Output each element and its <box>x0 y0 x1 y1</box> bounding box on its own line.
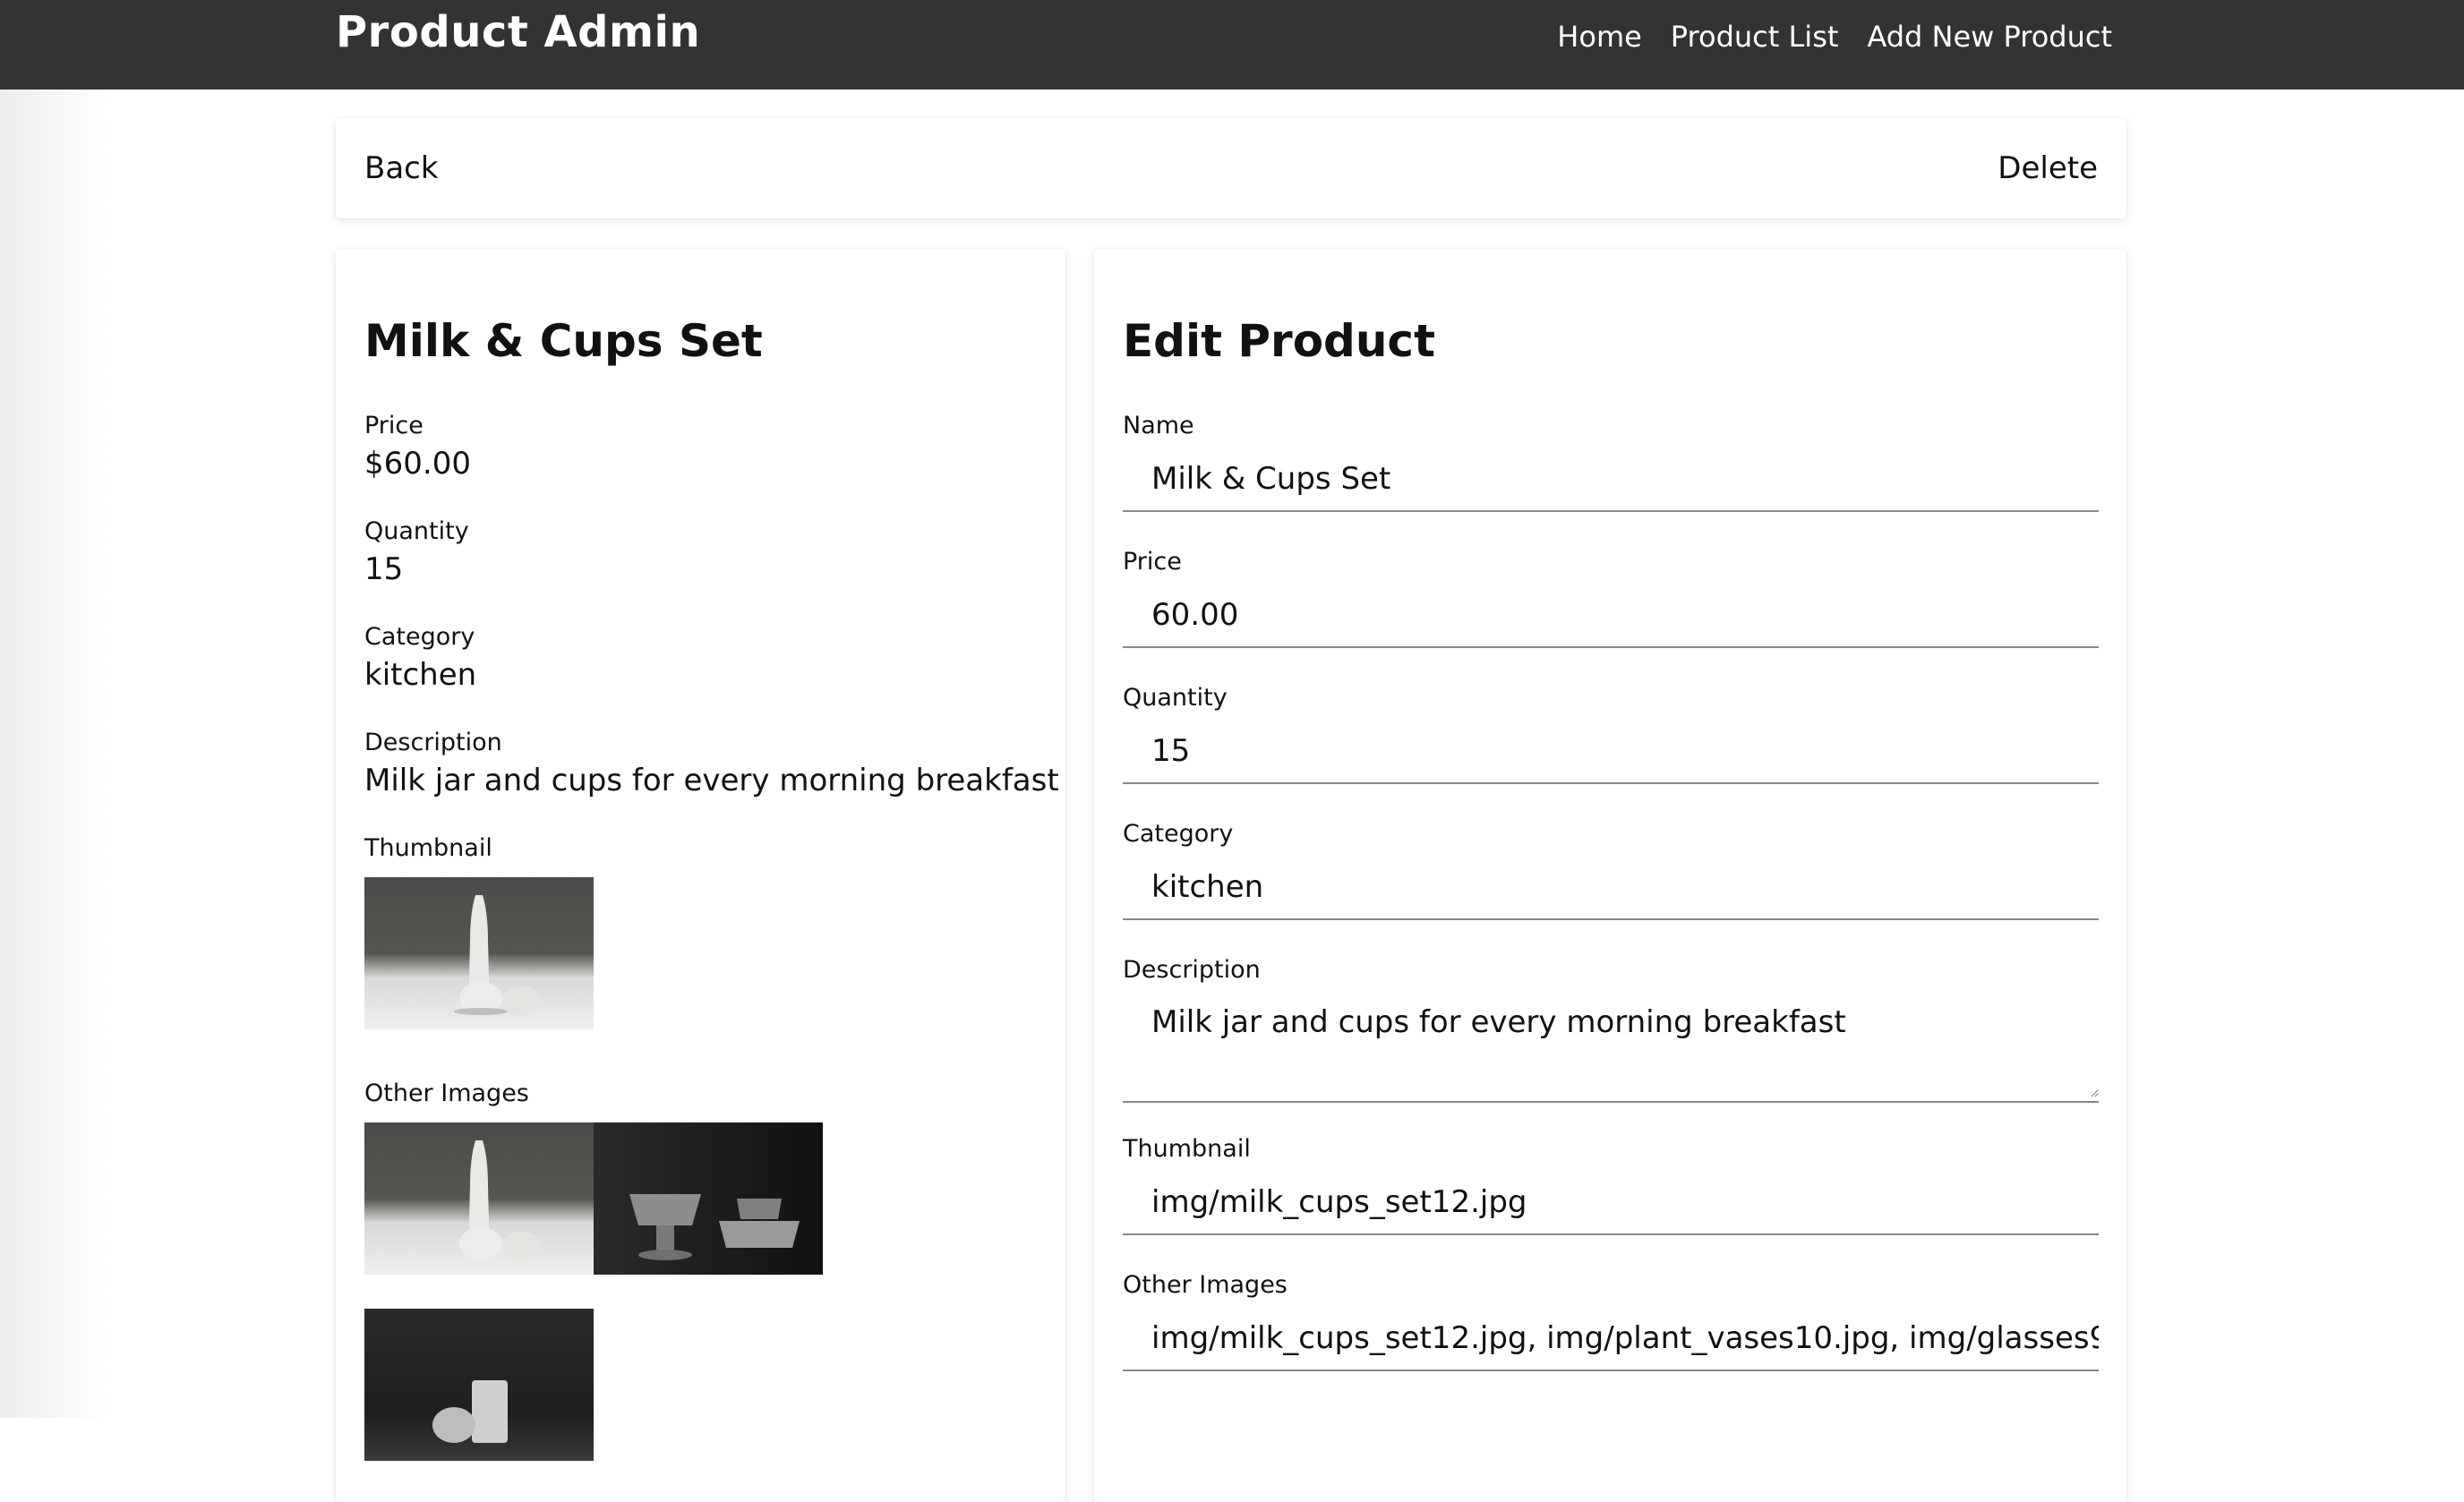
quantity-field-wrapper <box>1123 720 2099 784</box>
main-nav: Home Product List Add New Product <box>1557 20 2112 54</box>
nav-home-link[interactable]: Home <box>1557 20 1642 54</box>
quantity-value: 15 <box>364 551 404 587</box>
other-image-3 <box>364 1309 594 1461</box>
thumbnail-field-wrapper <box>1123 1171 2099 1235</box>
page-background-shade <box>0 0 107 1418</box>
category-label: Category <box>364 623 475 651</box>
nav-product-list-link[interactable]: Product List <box>1671 20 1839 54</box>
back-button[interactable]: Back <box>364 150 439 186</box>
quantity-input[interactable] <box>1123 720 2099 782</box>
price-field-wrapper <box>1123 584 2099 648</box>
quantity-field-label: Quantity <box>1123 684 1228 712</box>
stone-bowls-picture <box>629 1194 800 1260</box>
price-value: $60.00 <box>364 446 471 482</box>
description-textarea[interactable]: Milk jar and cups for every morning brea… <box>1123 992 2099 1097</box>
category-value: kitchen <box>364 657 477 693</box>
other-images-field-label: Other Images <box>1123 1271 1288 1299</box>
name-input[interactable] <box>1123 448 2099 510</box>
name-field-wrapper <box>1123 448 2099 512</box>
description-value: Milk jar and cups for every morning brea… <box>364 763 1059 798</box>
action-bar: Back Delete <box>336 118 2126 218</box>
description-field-wrapper: Milk jar and cups for every morning brea… <box>1123 992 2099 1103</box>
other-images-input[interactable] <box>1123 1307 2099 1370</box>
nav-add-product-link[interactable]: Add New Product <box>1867 20 2112 54</box>
other-image-1 <box>364 1122 594 1275</box>
price-input[interactable] <box>1123 584 2099 646</box>
thumbnail-label: Thumbnail <box>364 834 492 862</box>
milk-jar-cups-picture <box>459 1140 542 1260</box>
description-label: Description <box>364 729 502 756</box>
top-navbar: Product Admin Home Product List Add New … <box>0 0 2464 90</box>
price-field-label: Price <box>1123 548 1182 576</box>
product-title: Milk & Cups Set <box>364 315 763 367</box>
delete-button[interactable]: Delete <box>1998 150 2098 186</box>
milk-jar-cups-picture <box>454 895 542 1015</box>
brand-title[interactable]: Product Admin <box>336 7 700 57</box>
other-images-label: Other Images <box>364 1080 529 1107</box>
edit-product-card: Edit Product Name Price Quantity Categor… <box>1094 249 2126 1502</box>
category-field-wrapper <box>1123 856 2099 920</box>
category-input[interactable] <box>1123 856 2099 918</box>
price-label: Price <box>364 412 424 440</box>
thumbnail-input[interactable] <box>1123 1171 2099 1233</box>
other-image-2 <box>594 1122 823 1275</box>
name-field-label: Name <box>1123 412 1194 440</box>
description-field-label: Description <box>1123 956 1261 984</box>
other-images-field-wrapper <box>1123 1307 2099 1371</box>
thumbnail-image <box>364 877 594 1029</box>
product-detail-card: Milk & Cups Set Price $60.00 Quantity 15… <box>336 249 1065 1502</box>
category-field-label: Category <box>1123 820 1234 848</box>
thumbnail-field-label: Thumbnail <box>1123 1135 1251 1163</box>
glasses-picture <box>432 1380 508 1443</box>
edit-form-title: Edit Product <box>1123 315 1435 367</box>
quantity-label: Quantity <box>364 517 469 545</box>
